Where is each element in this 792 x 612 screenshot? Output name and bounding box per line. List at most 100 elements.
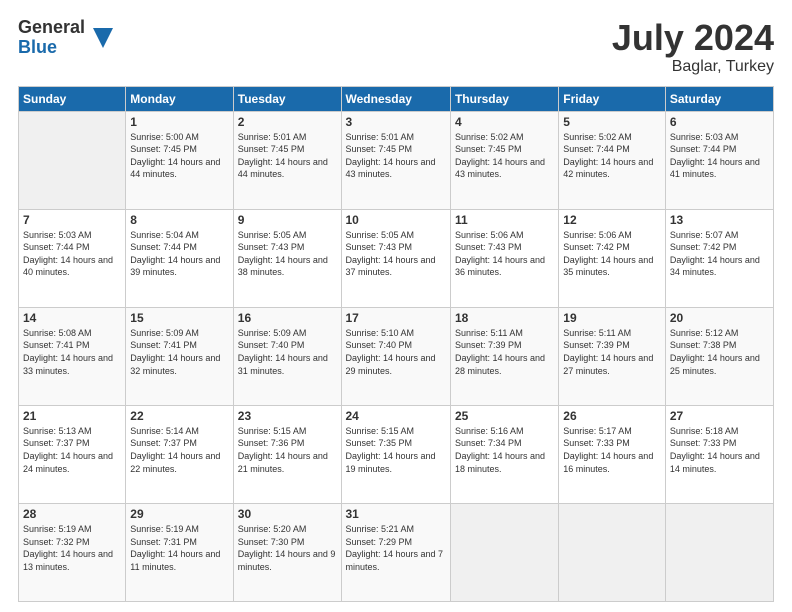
day-number: 27 [670, 409, 769, 423]
day-number: 12 [563, 213, 661, 227]
calendar-cell: 13Sunrise: 5:07 AMSunset: 7:42 PMDayligh… [665, 209, 773, 307]
calendar-cell: 1Sunrise: 5:00 AMSunset: 7:45 PMDaylight… [126, 111, 233, 209]
day-info: Sunrise: 5:05 AMSunset: 7:43 PMDaylight:… [346, 229, 446, 279]
calendar-cell: 18 Sunrise: 5:11 AMSunset: 7:39 PMDayligh… [450, 307, 558, 405]
day-info: Sunrise: 5:16 AMSunset: 7:34 PMDaylight:… [455, 425, 554, 475]
calendar-header-row: SundayMondayTuesdayWednesdayThursdayFrid… [19, 86, 774, 111]
calendar-cell: 9 Sunrise: 5:05 AMSunset: 7:43 PMDaylight… [233, 209, 341, 307]
calendar-cell: 7Sunrise: 5:03 AMSunset: 7:44 PMDaylight… [19, 209, 126, 307]
day-number: 14 [23, 311, 121, 325]
day-number: 23 [238, 409, 337, 423]
day-number: 19 [563, 311, 661, 325]
day-number: 24 [346, 409, 446, 423]
day-info: Sunrise: 5:01 AMSunset: 7:45 PMDaylight:… [238, 131, 337, 181]
calendar-cell: 21 Sunrise: 5:13 AMSunset: 7:37 PMDayligh… [19, 405, 126, 503]
day-info: Sunrise: 5:07 AMSunset: 7:42 PMDaylight:… [670, 229, 769, 279]
calendar-cell: 14 Sunrise: 5:08 AMSunset: 7:41 PMDayligh… [19, 307, 126, 405]
day-info: Sunrise: 5:20 AMSunset: 7:30 PMDaylight:… [238, 523, 337, 573]
day-number: 3 [346, 115, 446, 129]
day-info: Sunrise: 5:19 AMSunset: 7:31 PMDaylight:… [130, 523, 228, 573]
calendar-cell: 30 Sunrise: 5:20 AMSunset: 7:30 PMDayligh… [233, 503, 341, 601]
day-number: 6 [670, 115, 769, 129]
day-info: Sunrise: 5:06 AMSunset: 7:42 PMDaylight:… [563, 229, 661, 279]
title-block: July 2024 Baglar, Turkey [612, 18, 774, 76]
day-number: 10 [346, 213, 446, 227]
day-info: Sunrise: 5:12 AMSunset: 7:38 PMDaylight:… [670, 327, 769, 377]
calendar-cell: 4 Sunrise: 5:02 AMSunset: 7:45 PMDaylight… [450, 111, 558, 209]
day-info: Sunrise: 5:04 AMSunset: 7:44 PMDaylight:… [130, 229, 228, 279]
logo: General Blue [18, 18, 117, 58]
day-info: Sunrise: 5:10 AMSunset: 7:40 PMDaylight:… [346, 327, 446, 377]
calendar-cell: 8 Sunrise: 5:04 AMSunset: 7:44 PMDaylight… [126, 209, 233, 307]
location: Baglar, Turkey [612, 58, 774, 76]
column-header-monday: Monday [126, 86, 233, 111]
day-info: Sunrise: 5:11 AMSunset: 7:39 PMDaylight:… [563, 327, 661, 377]
day-number: 18 [455, 311, 554, 325]
day-number: 2 [238, 115, 337, 129]
day-number: 16 [238, 311, 337, 325]
calendar-cell: 29 Sunrise: 5:19 AMSunset: 7:31 PMDayligh… [126, 503, 233, 601]
calendar-cell: 27 Sunrise: 5:18 AMSunset: 7:33 PMDayligh… [665, 405, 773, 503]
day-info: Sunrise: 5:15 AMSunset: 7:36 PMDaylight:… [238, 425, 337, 475]
week-row-2: 7Sunrise: 5:03 AMSunset: 7:44 PMDaylight… [19, 209, 774, 307]
calendar-cell: 19 Sunrise: 5:11 AMSunset: 7:39 PMDayligh… [559, 307, 666, 405]
calendar-cell: 2 Sunrise: 5:01 AMSunset: 7:45 PMDaylight… [233, 111, 341, 209]
calendar-cell: 6 Sunrise: 5:03 AMSunset: 7:44 PMDaylight… [665, 111, 773, 209]
calendar-cell: 16Sunrise: 5:09 AMSunset: 7:40 PMDayligh… [233, 307, 341, 405]
calendar-cell [450, 503, 558, 601]
calendar-cell: 28 Sunrise: 5:19 AMSunset: 7:32 PMDayligh… [19, 503, 126, 601]
day-number: 26 [563, 409, 661, 423]
calendar-cell [665, 503, 773, 601]
day-info: Sunrise: 5:15 AMSunset: 7:35 PMDaylight:… [346, 425, 446, 475]
day-info: Sunrise: 5:01 AMSunset: 7:45 PMDaylight:… [346, 131, 446, 181]
day-number: 15 [130, 311, 228, 325]
day-number: 29 [130, 507, 228, 521]
week-row-5: 28 Sunrise: 5:19 AMSunset: 7:32 PMDayligh… [19, 503, 774, 601]
column-header-thursday: Thursday [450, 86, 558, 111]
day-info: Sunrise: 5:02 AMSunset: 7:45 PMDaylight:… [455, 131, 554, 181]
day-info: Sunrise: 5:03 AMSunset: 7:44 PMDaylight:… [23, 229, 121, 279]
column-header-wednesday: Wednesday [341, 86, 450, 111]
day-number: 28 [23, 507, 121, 521]
calendar-cell: 5Sunrise: 5:02 AMSunset: 7:44 PMDaylight… [559, 111, 666, 209]
day-info: Sunrise: 5:08 AMSunset: 7:41 PMDaylight:… [23, 327, 121, 377]
column-header-friday: Friday [559, 86, 666, 111]
day-info: Sunrise: 5:02 AMSunset: 7:44 PMDaylight:… [563, 131, 661, 181]
calendar-cell: 20Sunrise: 5:12 AMSunset: 7:38 PMDayligh… [665, 307, 773, 405]
day-number: 9 [238, 213, 337, 227]
day-info: Sunrise: 5:13 AMSunset: 7:37 PMDaylight:… [23, 425, 121, 475]
day-number: 30 [238, 507, 337, 521]
calendar-table: SundayMondayTuesdayWednesdayThursdayFrid… [18, 86, 774, 602]
day-number: 31 [346, 507, 446, 521]
day-number: 4 [455, 115, 554, 129]
day-number: 11 [455, 213, 554, 227]
day-info: Sunrise: 5:17 AMSunset: 7:33 PMDaylight:… [563, 425, 661, 475]
day-info: Sunrise: 5:14 AMSunset: 7:37 PMDaylight:… [130, 425, 228, 475]
column-header-sunday: Sunday [19, 86, 126, 111]
day-info: Sunrise: 5:19 AMSunset: 7:32 PMDaylight:… [23, 523, 121, 573]
calendar-cell [19, 111, 126, 209]
week-row-1: 1Sunrise: 5:00 AMSunset: 7:45 PMDaylight… [19, 111, 774, 209]
calendar-cell: 12 Sunrise: 5:06 AMSunset: 7:42 PMDayligh… [559, 209, 666, 307]
day-number: 25 [455, 409, 554, 423]
calendar-page: General Blue July 2024 Baglar, Turkey Su… [0, 0, 792, 612]
logo-general: General [18, 18, 85, 38]
day-info: Sunrise: 5:18 AMSunset: 7:33 PMDaylight:… [670, 425, 769, 475]
calendar-cell: 10 Sunrise: 5:05 AMSunset: 7:43 PMDayligh… [341, 209, 450, 307]
day-info: Sunrise: 5:03 AMSunset: 7:44 PMDaylight:… [670, 131, 769, 181]
day-number: 22 [130, 409, 228, 423]
calendar-cell: 31Sunrise: 5:21 AMSunset: 7:29 PMDayligh… [341, 503, 450, 601]
calendar-cell: 26 Sunrise: 5:17 AMSunset: 7:33 PMDayligh… [559, 405, 666, 503]
logo-text: General Blue [18, 18, 85, 58]
day-info: Sunrise: 5:00 AMSunset: 7:45 PMDaylight:… [130, 131, 228, 181]
day-info: Sunrise: 5:11 AMSunset: 7:39 PMDaylight:… [455, 327, 554, 377]
calendar-cell: 11Sunrise: 5:06 AMSunset: 7:43 PMDayligh… [450, 209, 558, 307]
day-number: 8 [130, 213, 228, 227]
day-info: Sunrise: 5:05 AMSunset: 7:43 PMDaylight:… [238, 229, 337, 279]
day-number: 21 [23, 409, 121, 423]
logo-icon [89, 24, 117, 52]
calendar-cell: 25 Sunrise: 5:16 AMSunset: 7:34 PMDayligh… [450, 405, 558, 503]
calendar-cell: 17 Sunrise: 5:10 AMSunset: 7:40 PMDayligh… [341, 307, 450, 405]
calendar-cell [559, 503, 666, 601]
day-number: 17 [346, 311, 446, 325]
